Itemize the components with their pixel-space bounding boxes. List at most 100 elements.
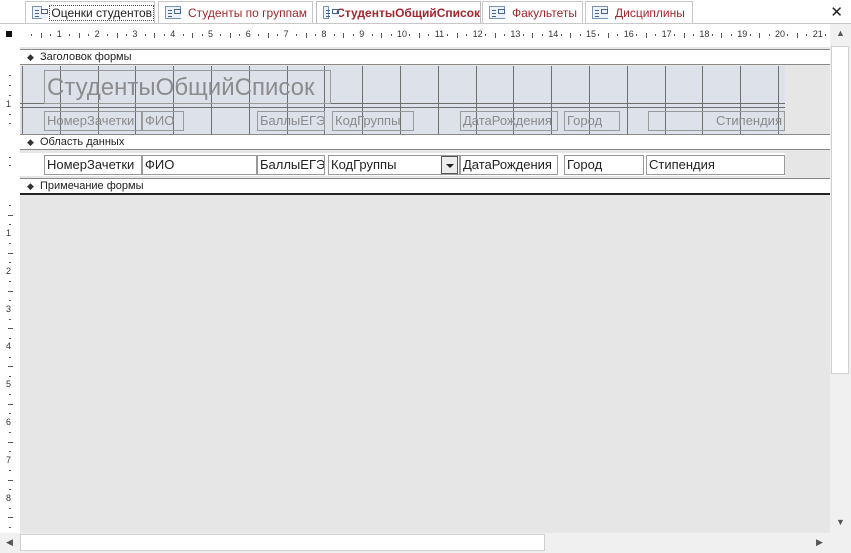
ruler-tick [9,394,11,396]
document-tab-bar: Оценки студентов Студенты по группам Сту… [0,0,851,24]
ruler-tick [9,157,11,158]
ruler-number: 19 [737,29,748,39]
header-label-nomer-zachetki[interactable]: НомерЗачетки [44,111,142,131]
ruler-tick [645,32,647,38]
section-bar-header[interactable]: ◆ Заголовок формы [20,49,830,65]
ruler-tick [759,32,761,38]
ruler-tick [7,479,13,481]
ruler-tick [296,34,298,36]
ruler-number: 1 [6,99,12,109]
scroll-down-icon[interactable]: ▼ [836,517,845,527]
horizontal-scroll-thumb[interactable] [20,534,545,551]
ruler-tick [9,205,11,207]
ruler-tick [9,318,11,320]
form-title-label[interactable]: СтудентыОбщийСписок [44,70,331,104]
ruler-number: 9 [359,29,365,39]
horizontal-scrollbar[interactable]: ◀ ▶ [0,533,830,553]
ruler-tick [683,32,685,38]
scroll-left-icon[interactable]: ◀ [6,537,13,548]
ruler-tick [485,34,487,36]
ruler-tick [69,34,71,36]
ruler-tick [749,34,751,36]
ruler-tick [40,32,42,38]
tab-ocenki-studentov[interactable]: Оценки студентов [25,1,155,23]
tab-studenty-obshchiy-spisok[interactable]: СтудентыОбщийСписок [316,1,481,23]
form-detail-area[interactable]: НомерЗачетки ФИО БаллыЕГЭ КодГруппы Дата… [20,153,785,176]
ruler-tick [9,165,11,166]
chevron-down-icon[interactable] [441,156,458,174]
field-gorod[interactable]: Город [564,155,644,175]
ruler-tick [9,75,11,76]
header-label-data-rozhdeniya[interactable]: ДатаРождения [460,111,558,131]
ruler-tick [182,34,184,36]
ruler-tick [721,32,723,38]
ruler-tick [192,32,194,38]
ruler-tick [9,413,11,415]
ruler-number: 1 [56,29,62,39]
field-data-rozhdeniya[interactable]: ДатаРождения [460,155,558,175]
vertical-ruler[interactable]: 1 1 2 3 4 5 6 7 8 [0,47,20,533]
header-label-bally-ege[interactable]: БаллыЕГЭ [257,111,325,131]
field-bally-ege[interactable]: БаллыЕГЭ [257,155,325,175]
close-icon[interactable]: ✕ [830,3,843,21]
field-nomer-zachetki[interactable]: НомерЗачетки [44,155,142,175]
header-label-stipendiya[interactable]: Стипендия [648,111,785,131]
ruler-number: 6 [245,29,251,39]
section-arrow-icon: ◆ [27,52,34,62]
section-bar-footer[interactable]: ◆ Примечание формы [20,178,830,194]
ruler-tick [768,34,770,36]
tab-label: Оценки студентов [49,4,154,21]
ruler-tick [277,34,279,36]
ruler-tick [371,34,373,36]
field-stipendiya[interactable]: Стипендия [646,155,785,175]
field-fio[interactable]: ФИО [142,155,257,175]
ruler-tick [9,337,11,339]
ruler-number: 8 [321,29,327,39]
header-label-gorod[interactable]: Город [564,111,620,131]
ruler-tick [456,32,458,38]
ruler-tick [88,34,90,36]
ruler-tick [78,32,80,38]
ruler-tick [9,432,11,434]
tab-distsipliny[interactable]: Дисциплины [585,1,693,23]
ruler-tick [154,32,156,38]
header-label-kod-gruppy[interactable]: КодГруппы [332,111,414,131]
ruler-tick [825,34,827,36]
vertical-scrollbar[interactable]: ▲ ▼ [830,24,851,533]
ruler-tick [598,34,600,36]
ruler-tick [9,488,11,490]
ruler-number: 7 [283,29,289,39]
form-icon [592,6,608,19]
ruler-tick [796,32,798,38]
ruler-tick [267,32,269,38]
ruler-tick [607,32,609,38]
ruler-tick [409,34,411,36]
design-grid-line [20,107,785,108]
ruler-tick [7,441,13,443]
tab-studenty-po-gruppam[interactable]: Студенты по группам [158,1,313,23]
scroll-up-icon[interactable]: ▲ [836,28,845,38]
tab-label: Дисциплины [615,5,685,20]
tab-fakultety[interactable]: Факультеты [482,1,583,23]
ruler-number: 6 [6,417,12,427]
ruler-tick [9,85,11,86]
vertical-scroll-thumb[interactable] [831,46,849,374]
section-label: Область данных [40,136,125,148]
form-header-area[interactable]: СтудентыОбщийСписок НомерЗачетки ФИО Бал… [20,66,785,134]
section-label: Примечание формы [40,180,144,192]
header-label-fio[interactable]: ФИО [142,111,184,131]
ruler-tick [570,32,572,38]
ruler-tick [390,34,392,36]
ruler-tick [31,34,33,36]
form-icon [489,6,505,19]
section-bar-detail[interactable]: ◆ Область данных [20,134,830,150]
ruler-tick [730,34,732,36]
horizontal-ruler[interactable]: 1 2 3 4 5 6 7 8 9 10 11 12 13 14 15 16 17 18 19 20 21 [20,27,829,43]
ruler-tick [9,262,11,264]
ruler-number: 10 [397,29,408,39]
ruler-tick [494,32,496,38]
form-selector[interactable] [0,27,20,43]
ruler-number: 2 [94,29,100,39]
form-design-canvas[interactable]: ◆ Заголовок формы СтудентыОбщийСписок Но… [20,47,830,533]
scroll-right-icon[interactable]: ▶ [816,537,823,548]
